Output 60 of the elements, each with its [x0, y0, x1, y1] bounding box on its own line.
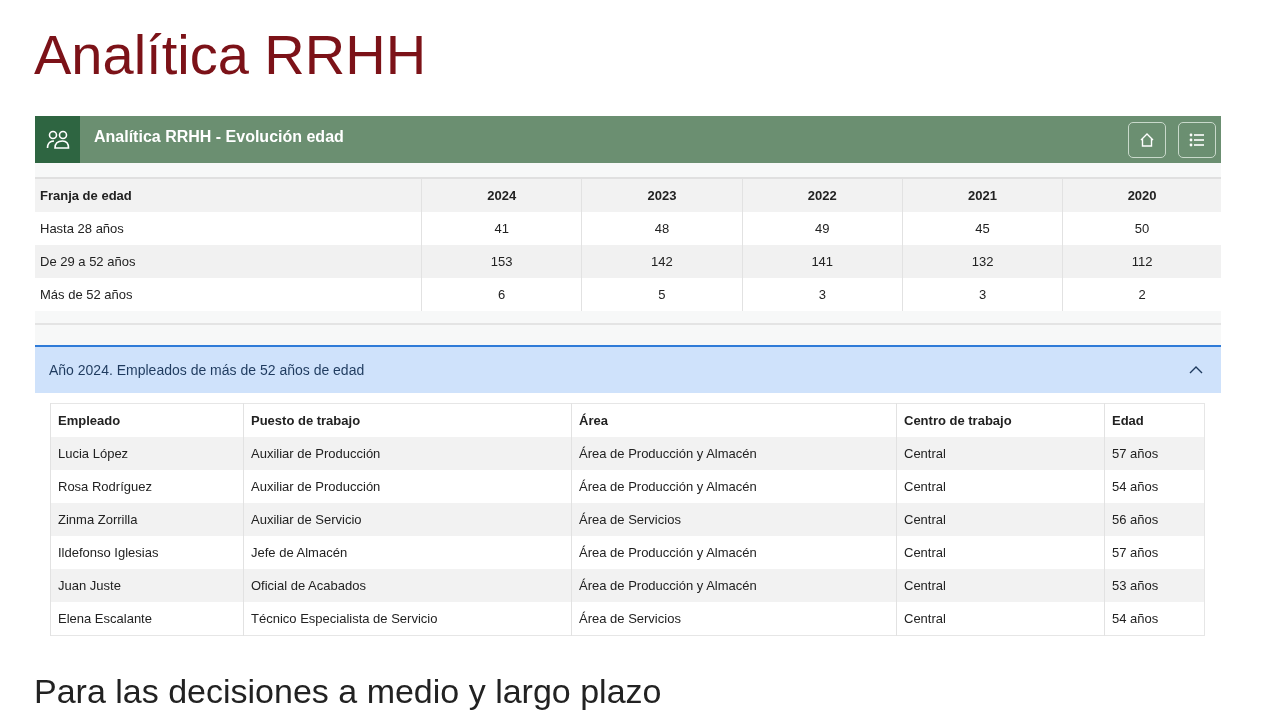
table-cell: Más de 52 años: [35, 278, 422, 311]
column-header: 2021: [902, 178, 1063, 212]
table-cell: 153: [421, 245, 582, 278]
column-header: 2020: [1062, 178, 1221, 212]
table-cell: 141: [742, 245, 903, 278]
table-cell: 48: [581, 212, 743, 245]
accordion-header[interactable]: Año 2024. Empleados de más de 52 años de edad: [35, 345, 1221, 393]
home-icon: [1139, 131, 1155, 148]
table-cell: 53 años: [1104, 569, 1205, 602]
column-header: 2023: [581, 178, 743, 212]
table-cell: 41: [421, 212, 582, 245]
column-header: 2024: [421, 178, 582, 212]
chevron-icon: [1189, 366, 1203, 374]
table-cell: 6: [421, 278, 582, 311]
table-cell: 45: [902, 212, 1063, 245]
list-button[interactable]: [1178, 121, 1216, 158]
table-cell: 5: [581, 278, 743, 311]
table-cell: 2: [1062, 278, 1221, 311]
table-cell: 50: [1062, 212, 1221, 245]
table-cell: Elena Escalante: [50, 602, 244, 636]
table-cell: Central: [896, 503, 1105, 536]
table-cell: Auxiliar de Servicio: [243, 503, 572, 536]
column-header: 2022: [742, 178, 903, 212]
panel-title: Analítica RRHH - Evolución edad: [94, 127, 345, 146]
table-cell: De 29 a 52 años: [35, 245, 422, 278]
table-cell: Área de Producción y Almacén: [571, 569, 897, 602]
accordion-title: Año 2024. Empleados de más de 52 años de edad: [49, 362, 365, 378]
table-cell: Central: [896, 569, 1105, 602]
column-header: Centro de trabajo: [896, 403, 1105, 437]
table-cell: Central: [896, 602, 1105, 636]
table-cell: Auxiliar de Producción: [243, 437, 572, 470]
column-header: Puesto de trabajo: [243, 403, 572, 437]
table-cell: 132: [902, 245, 1063, 278]
list-icon: [1189, 132, 1205, 147]
home-button[interactable]: [1128, 121, 1166, 158]
slide-subtitle: Para las decisiones a medio y largo plazo: [34, 672, 663, 711]
table-cell: 142: [581, 245, 743, 278]
column-header: Franja de edad: [35, 178, 422, 212]
table-cell: Lucia López: [50, 437, 244, 470]
table-cell: 49: [742, 212, 903, 245]
table-cell: Área de Producción y Almacén: [571, 437, 897, 470]
column-header: Área: [571, 403, 897, 437]
slide-title: Analítica RRHH: [33, 22, 428, 88]
table-cell: Área de Servicios: [571, 602, 897, 636]
table-cell: 54 años: [1104, 602, 1205, 636]
table-cell: Técnico Especialista de Servicio: [243, 602, 572, 636]
table-cell: 3: [742, 278, 903, 311]
table-cell: Central: [896, 437, 1105, 470]
table-cell: Zinma Zorrilla: [50, 503, 244, 536]
table-cell: Hasta 28 años: [35, 212, 422, 245]
table-cell: Juan Juste: [50, 569, 244, 602]
column-header: Edad: [1104, 403, 1205, 437]
table-cell: 3: [902, 278, 1063, 311]
table-cell: Área de Servicios: [571, 503, 897, 536]
table-cell: 112: [1062, 245, 1221, 278]
table-cell: 56 años: [1104, 503, 1205, 536]
people-icon: [45, 129, 70, 150]
table-cell: 57 años: [1104, 437, 1205, 470]
column-header: Empleado: [50, 403, 244, 437]
table-cell: Oficial de Acabados: [243, 569, 572, 602]
